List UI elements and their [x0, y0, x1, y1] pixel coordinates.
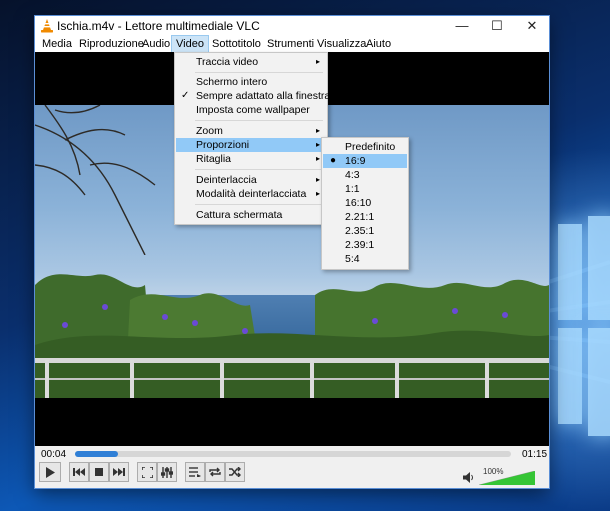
- controls-bar: 00:04 01:15 100%: [35, 446, 549, 488]
- menu-item-label: Cattura schermata: [196, 209, 283, 221]
- elapsed-time: 00:04: [41, 449, 67, 460]
- aspect-item-1-1[interactable]: 1:1: [323, 182, 407, 196]
- submenu-arrow-icon: ▸: [315, 140, 320, 149]
- submenu-arrow-icon: ▸: [315, 175, 320, 184]
- fullscreen-button[interactable]: [137, 462, 157, 482]
- aspect-item-16-10[interactable]: 16:10: [323, 196, 407, 210]
- playlist-icon: [189, 467, 201, 477]
- menu-item-label: Traccia video: [196, 56, 259, 68]
- aspect-item-2-35-1[interactable]: 2.35:1: [323, 224, 407, 238]
- menu-item-proporzioni[interactable]: Proporzioni ▸: [176, 138, 326, 152]
- submenu-arrow-icon: ▸: [315, 189, 320, 198]
- menu-item-imposta-wallpaper[interactable]: Imposta come wallpaper: [176, 103, 326, 117]
- play-button[interactable]: [39, 462, 61, 482]
- aspect-item-2-21-1[interactable]: 2.21:1: [323, 210, 407, 224]
- shuffle-button[interactable]: [225, 462, 245, 482]
- vlc-cone-icon: [41, 19, 53, 33]
- close-button[interactable]: ✕: [515, 16, 549, 36]
- next-button[interactable]: [109, 462, 129, 482]
- menu-media[interactable]: Media: [38, 36, 76, 52]
- menu-item-schermo-intero[interactable]: Schermo intero: [176, 75, 326, 89]
- windows-logo-icon: [548, 212, 610, 452]
- menu-separator: [195, 120, 323, 121]
- maximize-button[interactable]: ☐: [480, 16, 514, 36]
- menu-item-cattura-schermata[interactable]: Cattura schermata: [176, 208, 326, 222]
- aspect-item-5-4[interactable]: 5:4: [323, 252, 407, 266]
- aspect-item-4-3[interactable]: 4:3: [323, 168, 407, 182]
- menu-separator: [195, 169, 323, 170]
- extended-settings-icon: [161, 466, 173, 478]
- menu-item-label: 4:3: [345, 169, 360, 181]
- title-bar[interactable]: Ischia.m4v - Lettore multimediale VLC — …: [35, 16, 549, 36]
- stop-icon: [95, 468, 103, 476]
- minimize-button[interactable]: —: [445, 16, 479, 36]
- loop-icon: [209, 467, 221, 477]
- menu-video[interactable]: Video: [171, 35, 209, 53]
- menu-item-deinterlaccia[interactable]: Deinterlaccia ▸: [176, 173, 326, 187]
- menu-strumenti[interactable]: Strumenti: [263, 36, 318, 52]
- menu-item-label: Imposta come wallpaper: [196, 104, 310, 116]
- aspect-item-2-39-1[interactable]: 2.39:1: [323, 238, 407, 252]
- railing: [35, 358, 549, 398]
- seek-slider[interactable]: [75, 451, 511, 457]
- menu-item-label: Ritaglia: [196, 153, 232, 165]
- menu-item-label: 5:4: [345, 253, 360, 265]
- fullscreen-icon: [141, 466, 153, 478]
- video-menu: Traccia video ▸ Schermo intero ✓ Sempre …: [174, 52, 330, 225]
- window-title: Ischia.m4v - Lettore multimediale VLC: [57, 19, 260, 33]
- aspect-item-predefinito[interactable]: Predefinito: [323, 140, 407, 154]
- menu-item-ritaglia[interactable]: Ritaglia ▸: [176, 152, 326, 166]
- extended-settings-button[interactable]: [157, 462, 177, 482]
- speaker-icon[interactable]: [463, 472, 475, 483]
- menu-item-label: Modalità deinterlacciata: [196, 188, 307, 200]
- submenu-arrow-icon: ▸: [315, 126, 320, 135]
- menu-separator: [195, 72, 323, 73]
- total-time: 01:15: [522, 449, 548, 460]
- aspect-item-16-9[interactable]: ● 16:9: [323, 154, 407, 168]
- menu-item-label: 16:10: [345, 197, 372, 209]
- menu-riproduzione[interactable]: Riproduzione: [75, 36, 148, 52]
- radio-bullet-icon: ●: [330, 155, 337, 166]
- next-icon: [113, 468, 125, 476]
- menu-sottotitolo[interactable]: Sottotitolo: [208, 36, 265, 52]
- check-icon: ✓: [181, 90, 190, 101]
- menu-item-traccia-video[interactable]: Traccia video ▸: [176, 55, 326, 69]
- previous-icon: [73, 468, 85, 476]
- menu-separator: [195, 204, 323, 205]
- menu-audio[interactable]: Audio: [138, 36, 174, 52]
- loop-button[interactable]: [205, 462, 225, 482]
- menu-item-label: 16:9: [345, 155, 366, 167]
- volume-slider[interactable]: [479, 471, 535, 485]
- submenu-arrow-icon: ▸: [315, 57, 320, 66]
- menu-aiuto[interactable]: Aiuto: [362, 36, 395, 52]
- menu-item-label: Deinterlaccia: [196, 174, 257, 186]
- menu-item-label: 2.21:1: [345, 211, 375, 223]
- shuffle-icon: [229, 467, 241, 477]
- menu-item-label: 2.39:1: [345, 239, 375, 251]
- menu-item-label: 2.35:1: [345, 225, 375, 237]
- menu-bar: Media Riproduzione Audio Video Sottotito…: [35, 35, 549, 53]
- menu-item-label: Predefinito: [345, 141, 396, 153]
- aspect-ratio-submenu: Predefinito ● 16:9 4:3 1:1 16:10 2.21:1 …: [321, 137, 409, 270]
- seek-progress: [75, 451, 118, 457]
- submenu-arrow-icon: ▸: [315, 154, 320, 163]
- menu-item-label: Sempre adattato alla finestra: [196, 90, 331, 102]
- menu-item-label: Zoom: [196, 125, 223, 137]
- tree-branches: [35, 105, 156, 255]
- menu-item-label: Schermo intero: [196, 76, 268, 88]
- playlist-button[interactable]: [185, 462, 205, 482]
- menu-item-zoom[interactable]: Zoom ▸: [176, 124, 326, 138]
- menu-item-label: 1:1: [345, 183, 360, 195]
- menu-item-label: Proporzioni: [196, 139, 250, 151]
- stop-button[interactable]: [89, 462, 109, 482]
- menu-item-modalita-deinterlacciata[interactable]: Modalità deinterlacciata ▸: [176, 187, 326, 201]
- previous-button[interactable]: [69, 462, 89, 482]
- play-icon: [46, 466, 55, 478]
- menu-item-sempre-adattato[interactable]: ✓ Sempre adattato alla finestra: [176, 89, 330, 103]
